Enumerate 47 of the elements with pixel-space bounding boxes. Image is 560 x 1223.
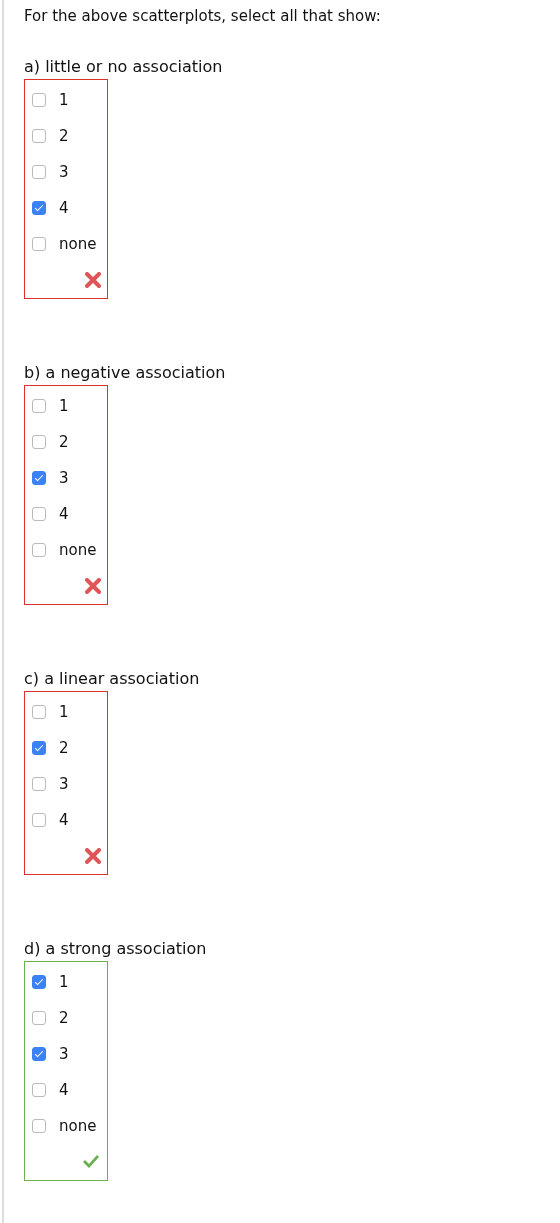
option-label: 3	[59, 775, 69, 793]
option-label: 4	[59, 199, 69, 217]
checkbox[interactable]	[32, 129, 46, 143]
question-prompt: For the above scatterplots, select all that show:	[24, 6, 382, 26]
part-label: a) little or no association	[24, 57, 224, 77]
checkbox[interactable]	[32, 1011, 46, 1025]
checkbox[interactable]	[32, 1119, 46, 1133]
option-label: 2	[59, 739, 69, 757]
option-label: 4	[59, 505, 69, 523]
checkbox[interactable]	[32, 741, 46, 755]
cross-icon	[85, 848, 101, 864]
checkbox[interactable]	[32, 93, 46, 107]
checkbox[interactable]	[32, 165, 46, 179]
option-label: 2	[59, 127, 69, 145]
cross-icon	[85, 578, 101, 594]
option-label: 3	[59, 1045, 69, 1063]
option-label: 3	[59, 163, 69, 181]
checkbox[interactable]	[32, 777, 46, 791]
check-icon	[81, 1154, 101, 1170]
option-label: 1	[59, 703, 69, 721]
part-label: c) a linear association	[24, 669, 201, 689]
part-label: d) a strong association	[24, 939, 208, 959]
option-label: 1	[59, 397, 69, 415]
option-label: none	[59, 1117, 97, 1135]
option-label: 3	[59, 469, 69, 487]
option-label: 4	[59, 1081, 69, 1099]
checkbox[interactable]	[32, 435, 46, 449]
option-label: 4	[59, 811, 69, 829]
checkbox[interactable]	[32, 705, 46, 719]
checkbox[interactable]	[32, 1083, 46, 1097]
option-label: none	[59, 235, 97, 253]
checkbox[interactable]	[32, 543, 46, 557]
checkbox[interactable]	[32, 237, 46, 251]
option-label: 2	[59, 433, 69, 451]
option-label: 1	[59, 973, 69, 991]
option-label: none	[59, 541, 97, 559]
part-label: b) a negative association	[24, 363, 227, 383]
option-label: 2	[59, 1009, 69, 1027]
checkbox[interactable]	[32, 471, 46, 485]
checkbox[interactable]	[32, 975, 46, 989]
option-label: 1	[59, 91, 69, 109]
checkbox[interactable]	[32, 1047, 46, 1061]
checkbox[interactable]	[32, 201, 46, 215]
checkbox[interactable]	[32, 507, 46, 521]
cross-icon	[85, 272, 101, 288]
checkbox[interactable]	[32, 399, 46, 413]
checkbox[interactable]	[32, 813, 46, 827]
